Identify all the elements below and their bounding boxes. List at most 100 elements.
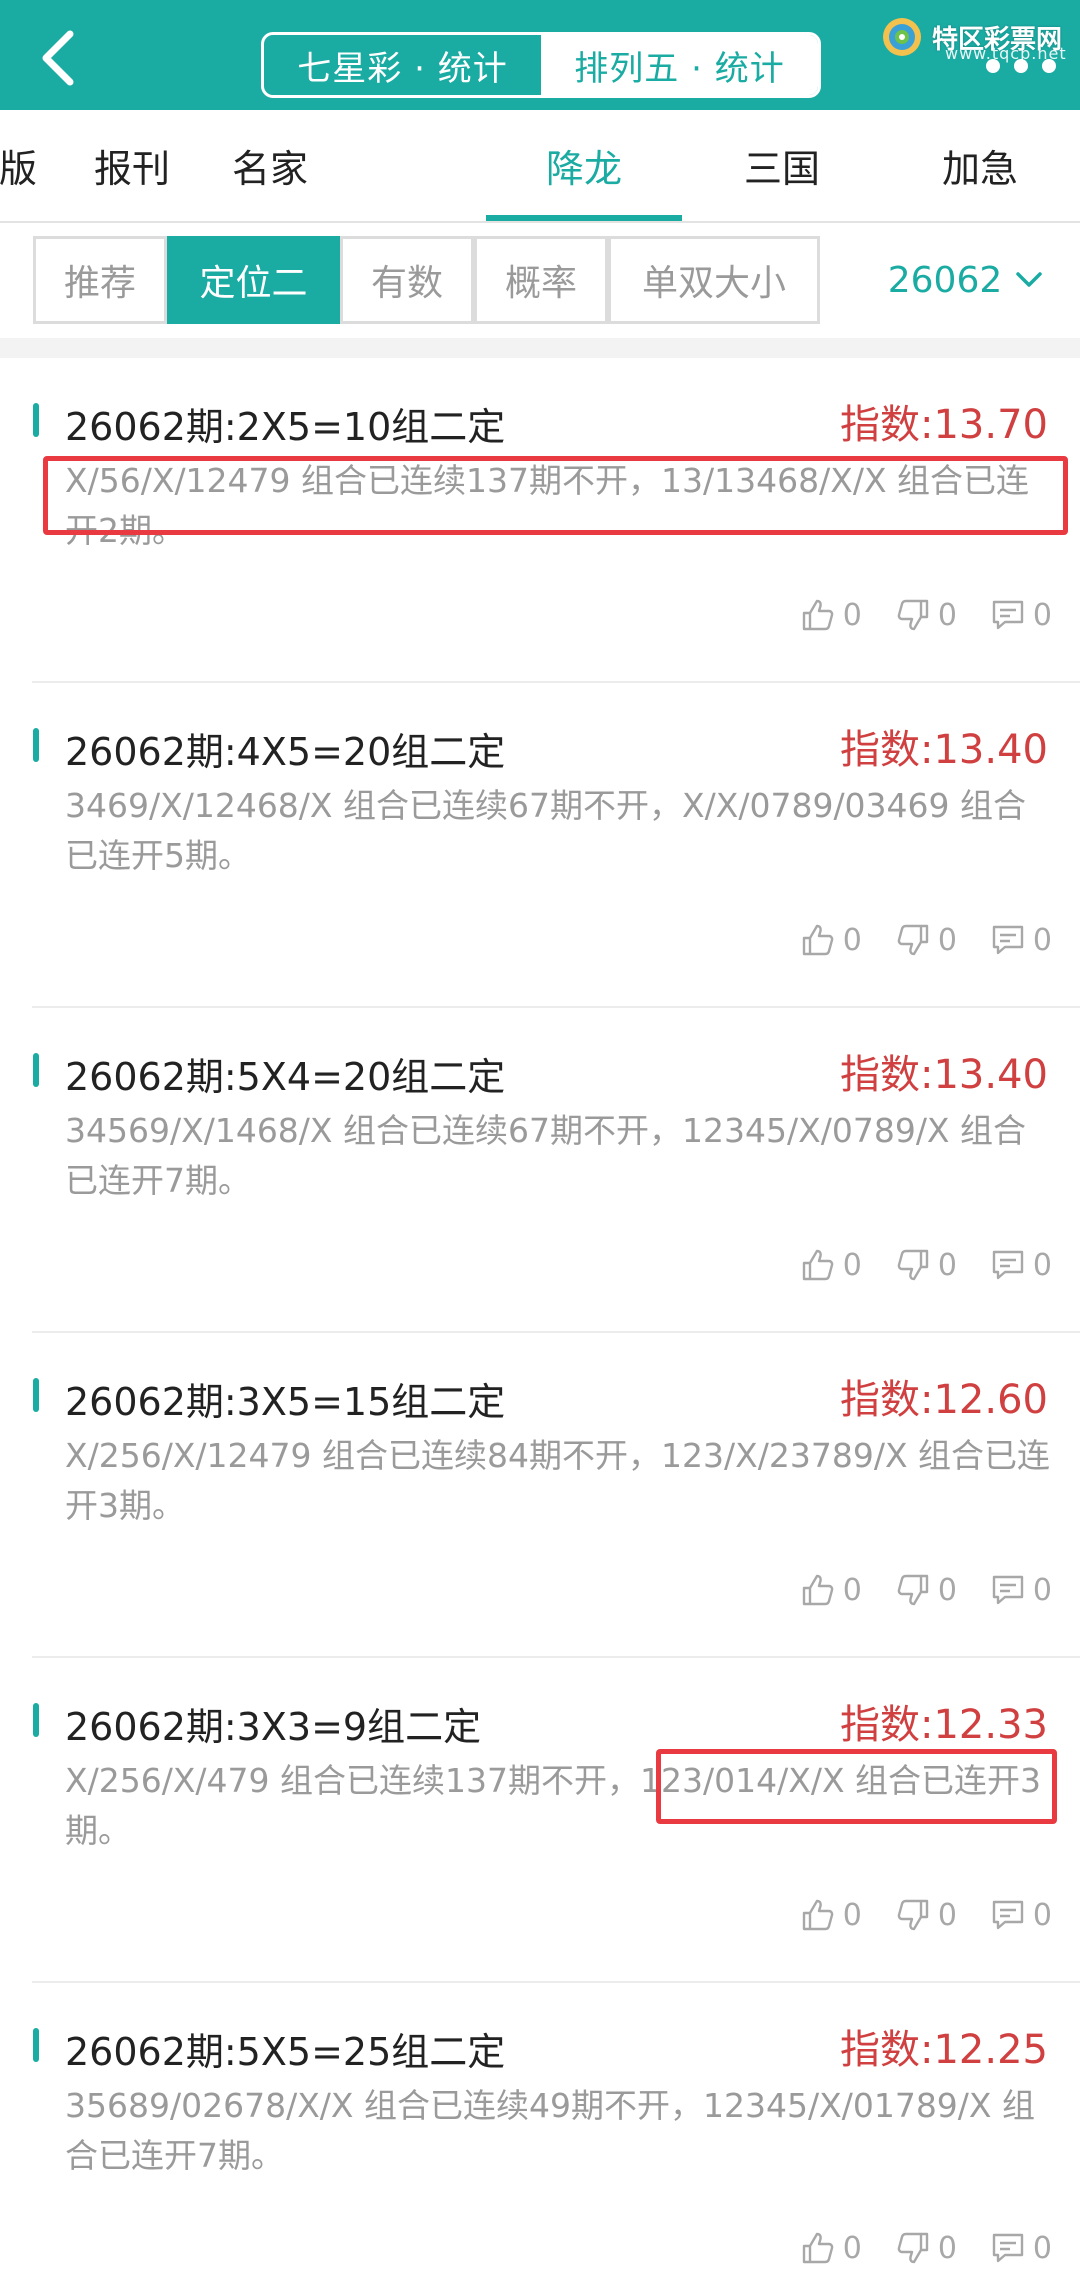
issue-number: 26062: [887, 259, 1003, 301]
filter-youshu[interactable]: 有数: [340, 236, 474, 324]
card-actions: 0 0 0: [767, 915, 1052, 965]
filter-danshuang-daxiao[interactable]: 单双大小: [608, 236, 820, 324]
prediction-card[interactable]: 26062期:5X5=25组二定 指数:12.25 35689/02678/X/…: [0, 1983, 1080, 2266]
like-count: 0: [842, 1572, 862, 1608]
comment-icon: [992, 1575, 1024, 1605]
thumbs-up-icon: [802, 1249, 834, 1281]
thumbs-up-icon: [802, 924, 834, 956]
title-accent-bar: [33, 2028, 39, 2062]
filter-tuijian[interactable]: 推荐: [33, 236, 167, 324]
dislike-button[interactable]: 0: [896, 1573, 957, 1608]
highlight-box: [656, 1749, 1057, 1824]
card-actions: 0 0 0: [767, 590, 1052, 640]
title-accent-bar: [33, 403, 39, 437]
like-button[interactable]: 0: [801, 2231, 862, 2266]
back-button[interactable]: [28, 28, 88, 88]
comment-count: 0: [1032, 1897, 1052, 1933]
card-description: 35689/02678/X/X 组合已连续49期不开，12345/X/01789…: [65, 2086, 1036, 2175]
comment-button[interactable]: 0: [991, 598, 1052, 633]
dislike-count: 0: [937, 2230, 957, 2266]
tab-sanguo[interactable]: 三国: [684, 110, 880, 221]
prediction-card[interactable]: 26062期:5X4=20组二定 指数:13.40 34569/X/1468/X…: [0, 1008, 1080, 1333]
tab-jiaji[interactable]: 加急: [882, 110, 1078, 221]
card-title: 26062期:5X5=25组二定: [65, 2030, 506, 2074]
card-index-value: 指数:13.40: [840, 1052, 1048, 1098]
comment-button[interactable]: 0: [991, 923, 1052, 958]
thumbs-up-icon: [802, 599, 834, 631]
filter-dingwei-er[interactable]: 定位二: [167, 236, 340, 324]
like-count: 0: [842, 922, 862, 958]
card-index-value: 指数:12.25: [840, 2027, 1048, 2073]
logo-swirl-icon: [883, 18, 921, 56]
dislike-count: 0: [937, 1247, 957, 1283]
comment-count: 0: [1032, 1572, 1052, 1608]
thumbs-down-icon: [897, 1574, 929, 1606]
like-button[interactable]: 0: [801, 598, 862, 633]
card-title: 26062期:3X3=9组二定: [65, 1705, 482, 1749]
like-count: 0: [842, 1247, 862, 1283]
like-button[interactable]: 0: [801, 1898, 862, 1933]
prediction-card[interactable]: 26062期:3X5=15组二定 指数:12.60 X/256/X/12479 …: [0, 1333, 1080, 1658]
comment-icon: [992, 600, 1024, 630]
dislike-button[interactable]: 0: [896, 1898, 957, 1933]
card-actions: 0 0 0: [767, 1890, 1052, 1940]
segment-qixingcai[interactable]: 七星彩 · 统计: [264, 35, 541, 95]
card-actions: 0 0 0: [767, 1240, 1052, 1290]
dislike-count: 0: [937, 1572, 957, 1608]
tab-mingjia[interactable]: 名家: [172, 110, 368, 221]
more-dot-icon: [986, 59, 1000, 73]
like-button[interactable]: 0: [801, 923, 862, 958]
title-accent-bar: [33, 728, 39, 762]
chevron-down-icon: [1016, 272, 1043, 287]
thumbs-down-icon: [897, 1249, 929, 1281]
dislike-button[interactable]: 0: [896, 923, 957, 958]
issue-dropdown[interactable]: 26062: [870, 236, 1060, 324]
tab-jianglong[interactable]: 降龙: [486, 110, 682, 221]
card-index-value: 指数:12.60: [840, 1377, 1048, 1423]
comment-button[interactable]: 0: [991, 1248, 1052, 1283]
prediction-card[interactable]: 26062期:4X5=20组二定 指数:13.40 3469/X/12468/X…: [0, 683, 1080, 1008]
filter-bar: 推荐 定位二 有数 概率 单双大小 26062: [0, 223, 1080, 338]
comment-icon: [992, 1250, 1024, 1280]
comment-button[interactable]: 0: [991, 2231, 1052, 2266]
comment-count: 0: [1032, 922, 1052, 958]
dislike-count: 0: [937, 922, 957, 958]
card-actions: 0 0 0: [767, 1565, 1052, 1615]
dislike-button[interactable]: 0: [896, 2231, 957, 2266]
segment-pailiewu[interactable]: 排列五 · 统计: [541, 35, 818, 95]
section-divider: [0, 338, 1080, 358]
lottery-switch: 七星彩 · 统计 排列五 · 统计: [261, 32, 821, 98]
dislike-button[interactable]: 0: [896, 1248, 957, 1283]
comment-count: 0: [1032, 1247, 1052, 1283]
card-actions: 0 0 0: [767, 2223, 1052, 2273]
card-description: X/256/X/12479 组合已连续84期不开，123/X/23789/X 组…: [65, 1436, 1051, 1525]
thumbs-down-icon: [897, 599, 929, 631]
like-button[interactable]: 0: [801, 1573, 862, 1608]
filter-gailv[interactable]: 概率: [474, 236, 608, 324]
card-title: 26062期:5X4=20组二定: [65, 1055, 506, 1099]
like-count: 0: [842, 597, 862, 633]
card-index-value: 指数:13.40: [840, 727, 1048, 773]
comment-button[interactable]: 0: [991, 1573, 1052, 1608]
card-description: 3469/X/12468/X 组合已连续67期不开，X/X/0789/03469…: [65, 786, 1027, 875]
top-bar: 七星彩 · 统计 排列五 · 统计 特区彩票网 www.tqcp.net: [0, 0, 1080, 110]
card-title: 26062期:2X5=10组二定: [65, 405, 506, 449]
more-dot-icon: [1014, 59, 1028, 73]
comment-count: 0: [1032, 597, 1052, 633]
dislike-count: 0: [937, 597, 957, 633]
thumbs-up-icon: [802, 2232, 834, 2264]
comment-icon: [992, 925, 1024, 955]
like-count: 0: [842, 1897, 862, 1933]
dislike-count: 0: [937, 1897, 957, 1933]
chevron-left-icon: [42, 30, 74, 86]
thumbs-down-icon: [897, 1899, 929, 1931]
more-menu-button[interactable]: [986, 56, 1056, 76]
like-count: 0: [842, 2230, 862, 2266]
thumbs-down-icon: [897, 924, 929, 956]
card-description: 34569/X/1468/X 组合已连续67期不开，12345/X/0789/X…: [65, 1111, 1027, 1200]
comment-button[interactable]: 0: [991, 1898, 1052, 1933]
title-accent-bar: [33, 1053, 39, 1087]
like-button[interactable]: 0: [801, 1248, 862, 1283]
card-title: 26062期:3X5=15组二定: [65, 1380, 506, 1424]
dislike-button[interactable]: 0: [896, 598, 957, 633]
